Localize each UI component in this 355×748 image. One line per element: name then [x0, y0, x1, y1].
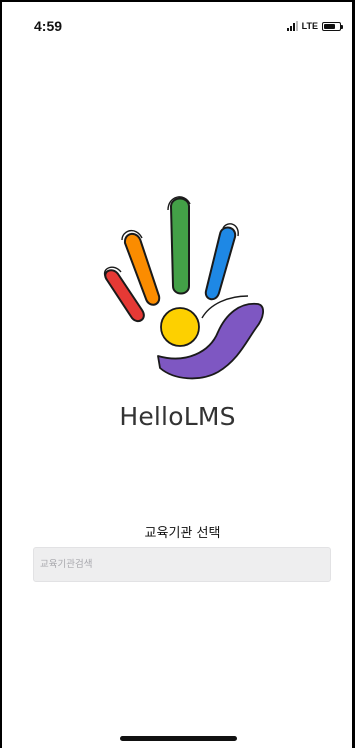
network-label: LTE [301, 21, 318, 31]
institution-select-title: 교육기관 선택 [144, 526, 221, 541]
app-screen: 4:59 LTE HelloLMS 교육기관 선택 교육기관검색 [0, 0, 355, 748]
status-indicators: LTE [286, 20, 343, 32]
app-name: HelloLMS [119, 402, 236, 431]
logo-blue-finger [204, 223, 239, 301]
institution-search-input[interactable] [33, 547, 331, 582]
logo-yellow-circle [160, 307, 200, 347]
battery-icon [322, 21, 343, 31]
signal-icon [286, 21, 298, 31]
hand-logo-icon [103, 196, 264, 380]
screen-edge-left [0, 0, 2, 748]
logo-green-finger [167, 196, 191, 295]
status-time: 4:59 [34, 18, 63, 34]
status-bar: 4:59 LTE [0, 0, 355, 50]
home-indicator[interactable] [120, 736, 237, 741]
